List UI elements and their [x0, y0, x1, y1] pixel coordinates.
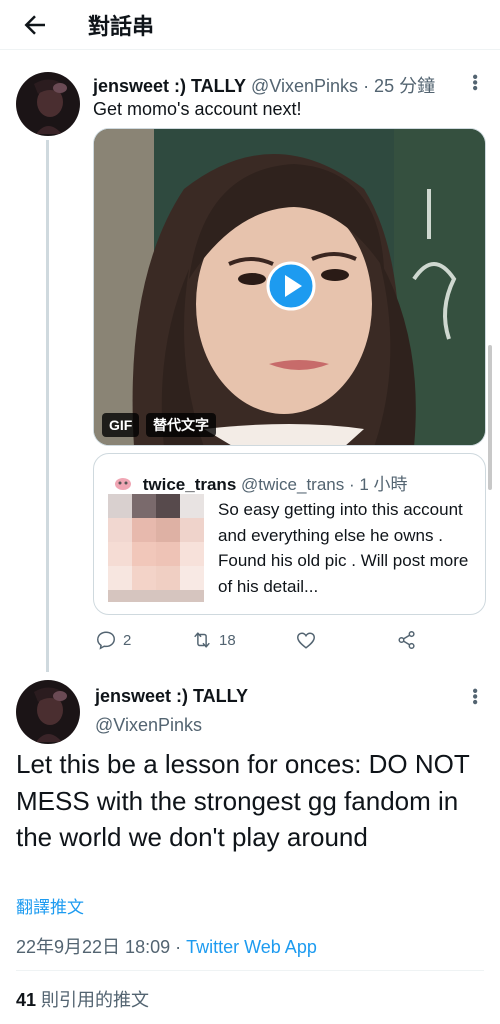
gif-badge: GIF [102, 413, 140, 437]
quote-label: 則引用的推文 [41, 990, 150, 1010]
reply-button[interactable]: 2 [95, 626, 131, 654]
like-icon [297, 632, 315, 649]
more-icon[interactable]: ••• [466, 688, 483, 705]
tweet-text: Get momo's account next! [93, 99, 302, 119]
play-icon[interactable] [266, 261, 316, 311]
reply-icon [97, 631, 115, 650]
quoted-handle: @twice_trans [241, 475, 345, 494]
quote-tweets-link[interactable]: 41 則引用的推文 [16, 986, 149, 1012]
tweet-text: Let this be a lesson for onces: DO NOT M… [16, 749, 470, 852]
timestamp[interactable]: 22年9月22日 18:09 · [16, 937, 181, 957]
avatar[interactable] [16, 680, 80, 744]
tweet-header: jensweet :) TALLY @VixenPinks · 25 分鐘 [93, 72, 435, 98]
divider [16, 970, 484, 971]
display-name[interactable]: jensweet :) TALLY [95, 686, 248, 707]
reply-count: 2 [123, 631, 132, 649]
more-icon[interactable]: ••• [466, 74, 483, 91]
tweet-meta: 22年9月22日 18:09 · Twitter Web App [16, 933, 317, 959]
quoted-timestamp: · 1 小時 [349, 475, 408, 494]
back-arrow-icon[interactable] [20, 10, 50, 40]
retweet-icon [194, 632, 210, 648]
top-bar: 對話串 [0, 0, 500, 50]
timestamp[interactable]: · 25 分鐘 [363, 76, 435, 96]
alt-text-button[interactable]: 替代文字 [146, 413, 216, 437]
scrollbar[interactable] [488, 345, 492, 490]
like-button[interactable] [295, 626, 317, 654]
share-icon [398, 631, 415, 649]
tweet-actions: 2 18 [93, 626, 486, 654]
thread-connector [46, 140, 49, 672]
page-title: 對話串 [88, 14, 155, 39]
gif-media[interactable]: GIF 替代文字 [93, 128, 486, 446]
avatar[interactable] [16, 72, 80, 136]
handle[interactable]: @VixenPinks [95, 715, 202, 736]
quoted-tweet[interactable]: twice_trans @twice_trans · 1 小時 So easy … [93, 453, 486, 615]
handle[interactable]: @VixenPinks [251, 76, 358, 96]
source-link[interactable]: Twitter Web App [186, 937, 317, 957]
quoted-text: So easy getting into this account and ev… [218, 500, 469, 596]
retweet-count: 18 [219, 631, 236, 649]
retweet-button[interactable]: 18 [191, 626, 236, 654]
display-name[interactable]: jensweet :) TALLY [93, 76, 246, 96]
quoted-image [108, 494, 204, 602]
translate-link[interactable]: 翻譯推文 [16, 893, 84, 918]
quoted-tweet-header: twice_trans @twice_trans · 1 小時 [114, 470, 408, 495]
quoted-display-name: twice_trans [142, 475, 237, 494]
share-button[interactable] [396, 626, 418, 654]
quoted-avatar [115, 478, 131, 490]
quote-count: 41 [16, 990, 37, 1010]
